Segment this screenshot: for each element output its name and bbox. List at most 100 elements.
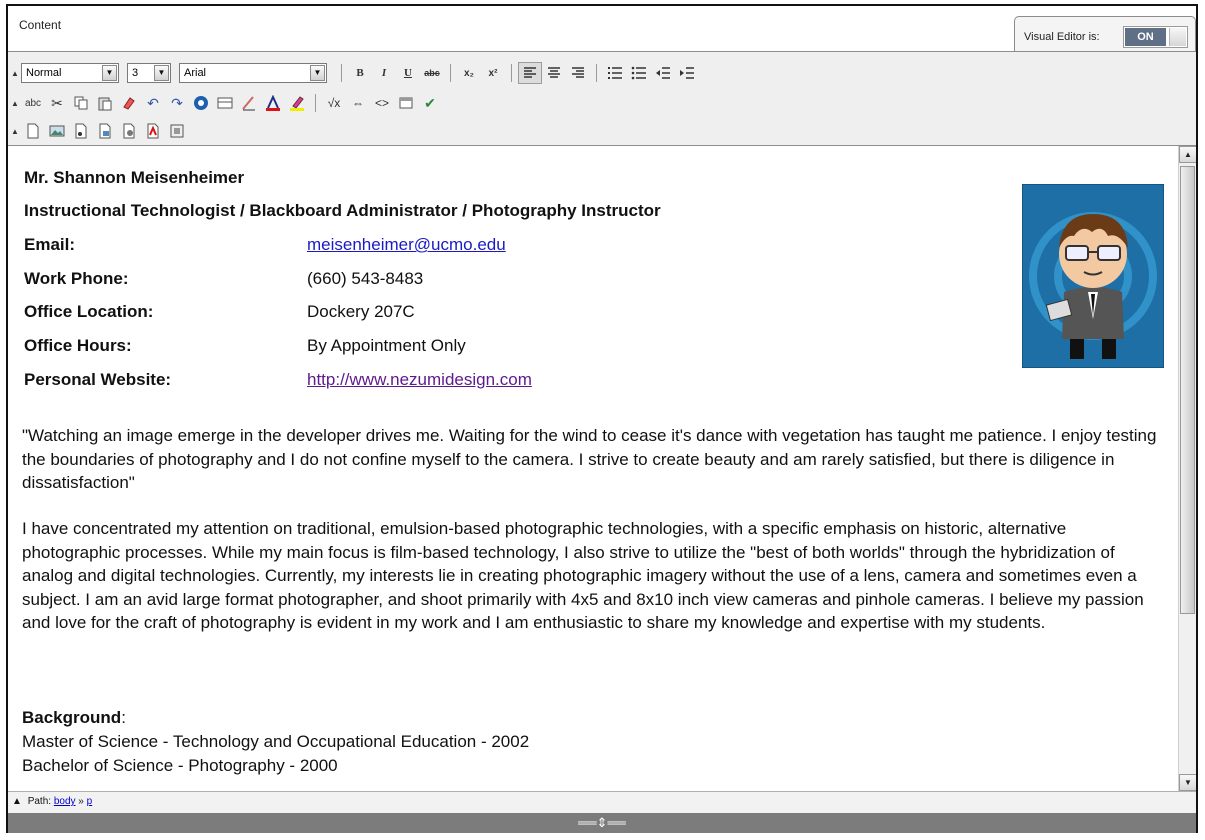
visual-editor-tab: Visual Editor is: ON [1014, 16, 1196, 52]
insert-flash-icon[interactable] [117, 120, 141, 142]
bio-paragraph: I have concentrated my attention on trad… [22, 519, 1144, 632]
italic-icon[interactable]: I [372, 62, 396, 84]
work-phone-value: (660) 543-8483 [307, 269, 424, 288]
toolbar-separator [450, 64, 451, 82]
toolbar-row-3: ▲ [11, 118, 189, 144]
preview-icon[interactable] [394, 92, 418, 114]
email-label: Email: [24, 235, 76, 254]
chevron-down-icon[interactable]: ▼ [154, 65, 169, 81]
format-select-value: Normal [26, 67, 62, 79]
personal-website-label: Personal Website: [24, 370, 172, 389]
editor-resize-handle[interactable]: ══⇕══ [8, 813, 1196, 833]
collapse-path-icon[interactable]: ▲ [12, 796, 22, 807]
profile-name: Mr. Shannon Meisenheimer [24, 168, 244, 188]
toolbar-separator [511, 64, 512, 82]
office-location-value: Dockery 207C [307, 302, 415, 321]
ordered-list-icon[interactable] [603, 62, 627, 84]
scroll-down-icon[interactable]: ▼ [1179, 774, 1196, 791]
superscript-icon[interactable]: x² [481, 62, 505, 84]
chevron-down-icon[interactable]: ▼ [102, 65, 117, 81]
embed-icon[interactable]: ⇔ [346, 92, 370, 114]
scroll-up-icon[interactable]: ▲ [1179, 146, 1196, 163]
path-crumb-p[interactable]: p [87, 796, 93, 807]
resize-grip-icon[interactable]: ══⇕══ [578, 815, 626, 830]
visual-editor-off-handle[interactable] [1169, 28, 1186, 46]
profile-avatar-image[interactable] [1022, 184, 1164, 368]
office-location-label: Office Location: [24, 302, 154, 321]
visual-editor-toggle[interactable]: ON [1123, 26, 1188, 48]
spellcheck-icon[interactable]: abc [21, 92, 45, 114]
cut-icon[interactable]: ✂ [45, 92, 69, 114]
subscript-icon[interactable]: x₂ [457, 62, 481, 84]
collapse-row-icon[interactable]: ▲ [11, 127, 21, 136]
format-select[interactable]: Normal ▼ [21, 63, 119, 83]
collapse-row-icon[interactable]: ▲ [11, 99, 21, 108]
paste-icon[interactable] [93, 92, 117, 114]
degree-line: Bachelor of Science - Photography - 2000 [22, 756, 338, 775]
align-center-icon[interactable] [542, 62, 566, 84]
work-phone-label: Work Phone: [24, 269, 129, 288]
undo-icon[interactable]: ↶ [141, 92, 165, 114]
font-size-select-value: 3 [132, 67, 139, 79]
indent-icon[interactable] [675, 62, 699, 84]
visual-editor-label: Visual Editor is: [1024, 31, 1100, 43]
scrollbar-thumb[interactable] [1180, 166, 1195, 614]
font-family-select[interactable]: Arial ▼ [179, 63, 327, 83]
strikethrough-icon[interactable]: abc [420, 62, 444, 84]
path-separator: » [78, 796, 84, 807]
degree-line: Master of Science - Technology and Occup… [22, 732, 530, 751]
highlight-color-icon[interactable] [285, 92, 309, 114]
toolbar-separator [315, 94, 316, 112]
content-title: Content [19, 18, 62, 32]
chevron-down-icon[interactable]: ▼ [310, 65, 325, 81]
visual-editor-on-state[interactable]: ON [1125, 28, 1166, 46]
profile-job-title: Instructional Technologist / Blackboard … [24, 201, 661, 220]
source-icon[interactable]: <> [370, 92, 394, 114]
equation-icon[interactable]: √x [322, 92, 346, 114]
text-color-icon[interactable] [261, 92, 285, 114]
personal-website-link[interactable]: http://www.nezumidesign.com [307, 370, 532, 390]
content-editor-frame: Content Visual Editor is: ON ▲ Normal ▼ … [6, 4, 1198, 833]
font-size-select[interactable]: 3 ▼ [127, 63, 171, 83]
profile-name-text: Mr. Shannon Meisenheimer [24, 168, 245, 187]
editor-content-area[interactable]: Mr. Shannon Meisenheimer Instructional T… [8, 146, 1196, 791]
path-bar: ▲ Path: body » p [8, 791, 1196, 813]
office-hours-label: Office Hours: [24, 336, 132, 355]
copy-icon[interactable] [69, 92, 93, 114]
insert-video-icon[interactable] [93, 120, 117, 142]
background-label: Background [22, 708, 122, 727]
redo-icon[interactable]: ↷ [165, 92, 189, 114]
check-icon[interactable]: ✔ [418, 92, 442, 114]
collapse-row-icon[interactable]: ▲ [11, 69, 21, 78]
office-hours-value: By Appointment Only [307, 336, 466, 355]
underline-icon[interactable]: U [396, 62, 420, 84]
line-icon[interactable] [237, 92, 261, 114]
background-colon: : [121, 708, 126, 727]
path-label: Path: [27, 796, 52, 807]
editor-scrollbar[interactable]: ▲ ▼ [1178, 146, 1196, 791]
toolbar-row-1: ▲ Normal ▼ 3 ▼ Arial ▼ B I U abc x₂ x² [11, 60, 699, 86]
insert-mashup-icon[interactable] [165, 120, 189, 142]
clear-format-icon[interactable] [117, 92, 141, 114]
toolbar-row-2: ▲ abc ✂ ↶ ↷ √x ⇔ <> ✔ [11, 90, 442, 116]
bold-icon[interactable]: B [348, 62, 372, 84]
align-right-icon[interactable] [566, 62, 590, 84]
path-crumb-body[interactable]: body [54, 796, 76, 807]
table-icon[interactable] [213, 92, 237, 114]
font-family-select-value: Arial [184, 67, 207, 79]
insert-pdf-icon[interactable] [141, 120, 165, 142]
editor-toolbar: ▲ Normal ▼ 3 ▼ Arial ▼ B I U abc x₂ x² ▲… [8, 51, 1196, 146]
insert-audio-icon[interactable] [69, 120, 93, 142]
unordered-list-icon[interactable] [627, 62, 651, 84]
insert-file-icon[interactable] [21, 120, 45, 142]
toolbar-separator [596, 64, 597, 82]
background-heading: Background: [22, 708, 126, 728]
toolbar-separator [341, 64, 342, 82]
quote-paragraph: "Watching an image emerge in the develop… [22, 426, 1157, 492]
align-left-icon[interactable] [518, 62, 542, 84]
email-link[interactable]: meisenheimer@ucmo.edu [307, 235, 506, 255]
editor-header: Content Visual Editor is: ON [8, 6, 1196, 52]
insert-image-icon[interactable] [45, 120, 69, 142]
outdent-icon[interactable] [651, 62, 675, 84]
link-icon[interactable] [189, 92, 213, 114]
